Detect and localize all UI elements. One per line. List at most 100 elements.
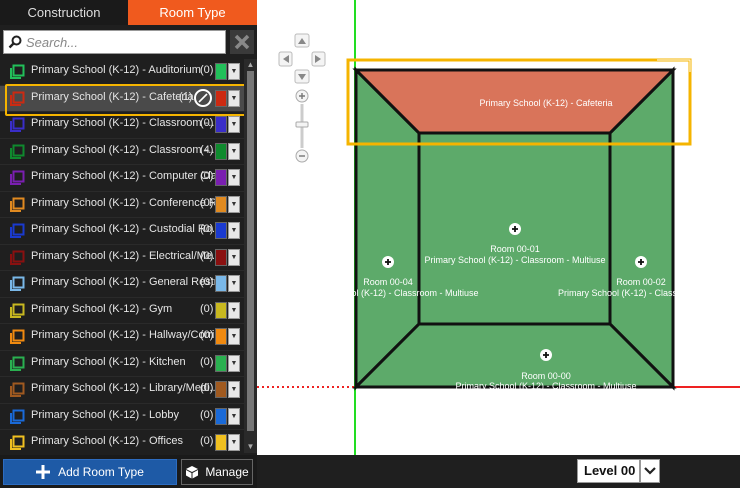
add-room-type-label: Add Room Type <box>58 465 144 479</box>
room-00-04-marker[interactable] <box>382 256 394 268</box>
list-scrollbar[interactable]: ▲ ▼ <box>244 59 257 453</box>
color-swatch[interactable] <box>215 275 227 292</box>
color-swatch[interactable] <box>215 222 227 239</box>
plus-icon <box>36 465 51 479</box>
room-count: (0) <box>200 382 214 394</box>
room-00-00-name: Room 00-00 <box>521 371 571 381</box>
zoom-slider-thumb[interactable] <box>295 121 309 128</box>
room-count: (0) <box>200 223 214 235</box>
color-swatch[interactable] <box>215 116 227 133</box>
room-type-icon <box>10 144 25 159</box>
search-box <box>3 30 226 54</box>
room-type-label: Primary School (K-12) - Custodial Ro... <box>31 223 222 235</box>
list-item[interactable]: Primary School (K-12) - Library/Medi... … <box>0 377 244 404</box>
color-swatch[interactable] <box>215 328 227 345</box>
room-type-label: Primary School (K-12) - Computer Cla... <box>31 170 226 182</box>
zoom-in-button[interactable] <box>295 89 309 103</box>
color-swatch[interactable] <box>215 195 227 213</box>
room-type-label: Primary School (K-12) - Library/Medi... <box>31 382 219 394</box>
list-item[interactable]: Primary School (K-12) - Electrical/Me...… <box>0 244 244 271</box>
room-00-01-marker[interactable] <box>509 223 521 235</box>
room-00-00-marker[interactable] <box>540 349 552 361</box>
room-type-icon <box>10 250 25 265</box>
room-count: (0) <box>200 170 214 182</box>
room-type-icon <box>10 197 25 212</box>
color-swatch[interactable] <box>215 381 227 398</box>
room-type-icon <box>10 382 25 397</box>
room-type-label: Primary School (K-12) - Auditorium <box>31 64 201 76</box>
list-item[interactable]: Primary School (K-12) - General Restr...… <box>0 271 244 298</box>
chevron-down-icon <box>644 467 656 475</box>
color-dropdown-button[interactable]: ▼ <box>228 116 240 133</box>
cube-icon <box>186 466 199 479</box>
color-dropdown-button[interactable]: ▼ <box>228 195 240 213</box>
list-item[interactable]: Primary School (K-12) - Hallway/Corri...… <box>0 324 244 351</box>
pan-down-button[interactable] <box>294 69 310 84</box>
tab-room-type[interactable]: Room Type <box>128 0 257 25</box>
list-item[interactable]: Primary School (K-12) - Classroom -... (… <box>0 138 244 165</box>
room-type-icon <box>10 276 25 291</box>
color-dropdown-button[interactable]: ▼ <box>228 301 240 319</box>
list-item[interactable]: Primary School (K-12) - Lobby (0) ▼ <box>0 403 244 430</box>
color-swatch[interactable] <box>215 301 227 319</box>
list-item[interactable]: Primary School (K-12) - Offices (0) ▼ <box>0 430 244 453</box>
color-swatch[interactable] <box>215 63 227 80</box>
color-swatch[interactable] <box>215 434 227 451</box>
room-type-icon <box>10 303 25 318</box>
color-dropdown-button[interactable]: ▼ <box>228 328 240 345</box>
list-item[interactable]: Primary School (K-12) - Gym (0) ▼ <box>0 297 244 324</box>
color-dropdown-button[interactable]: ▼ <box>228 434 240 451</box>
color-swatch[interactable] <box>215 407 227 425</box>
color-swatch[interactable] <box>215 248 227 266</box>
manage-button[interactable]: Manage <box>181 459 253 485</box>
level-dropdown-button[interactable] <box>640 459 660 483</box>
room-00-02-marker[interactable] <box>635 256 647 268</box>
color-swatch[interactable] <box>215 169 227 186</box>
room-00-02-name: Room 00-02 <box>616 277 666 287</box>
list-item[interactable]: Primary School (K-12) - Auditorium (0) ▼ <box>0 59 244 86</box>
clear-search-button[interactable] <box>230 30 254 54</box>
room-type-icon <box>10 356 25 371</box>
room-type-icon <box>10 223 25 238</box>
color-swatch[interactable] <box>215 354 227 372</box>
cafeteria-label: Primary School (K-12) - Cafeteria <box>479 98 612 108</box>
color-dropdown-button[interactable]: ▼ <box>228 169 240 186</box>
color-dropdown-button[interactable]: ▼ <box>228 248 240 266</box>
room-type-label: Primary School (K-12) - Conference R... <box>31 196 227 209</box>
pan-left-button[interactable] <box>278 51 293 67</box>
floor-plan-canvas[interactable]: Primary School (K-12) - Cafeteria Room 0… <box>257 0 740 455</box>
pan-up-button[interactable] <box>294 33 310 48</box>
zoom-out-button[interactable] <box>295 149 309 163</box>
color-swatch[interactable] <box>215 142 227 160</box>
room-count: (0) <box>200 355 214 368</box>
room-00-04-type: Primary School (K-12) - Classroom - Mult… <box>297 288 478 298</box>
tab-construction[interactable]: Construction <box>0 0 128 25</box>
room-type-label: Primary School (K-12) - Hallway/Corri... <box>31 329 224 341</box>
room-type-label: Primary School (K-12) - Classroom -... <box>31 143 218 156</box>
color-dropdown-button[interactable]: ▼ <box>228 381 240 398</box>
pan-right-button[interactable] <box>311 51 326 67</box>
room-count: (0) <box>200 196 214 209</box>
list-item[interactable]: Primary School (K-12) - Custodial Ro... … <box>0 218 244 245</box>
color-dropdown-button[interactable]: ▼ <box>228 407 240 425</box>
room-00-00-type: Primary School (K-12) - Classroom - Mult… <box>455 381 636 391</box>
scroll-down-icon[interactable]: ▼ <box>246 442 255 452</box>
scroll-up-icon[interactable]: ▲ <box>246 60 255 70</box>
color-dropdown-button[interactable]: ▼ <box>228 142 240 160</box>
color-dropdown-button[interactable]: ▼ <box>228 354 240 372</box>
room-00-01-type: Primary School (K-12) - Classroom - Mult… <box>424 255 605 265</box>
list-item[interactable]: Primary School (K-12) - Computer Cla... … <box>0 165 244 192</box>
color-dropdown-button[interactable]: ▼ <box>228 63 240 80</box>
tab-bar: Construction Room Type <box>0 0 257 25</box>
add-room-type-button[interactable]: Add Room Type <box>3 459 177 485</box>
color-dropdown-button[interactable]: ▼ <box>228 222 240 239</box>
room-type-icon <box>10 170 25 185</box>
color-dropdown-button[interactable]: ▼ <box>228 275 240 292</box>
search-input[interactable] <box>26 33 221 51</box>
scrollbar-thumb[interactable] <box>247 71 254 431</box>
room-00-04-name: Room 00-04 <box>363 277 413 287</box>
level-select[interactable]: Level 00 <box>577 459 640 483</box>
room-type-label: Primary School (K-12) - Classroom -... <box>31 117 218 129</box>
list-item[interactable]: Primary School (K-12) - Kitchen (0) ▼ <box>0 350 244 377</box>
list-item[interactable]: Primary School (K-12) - Conference R... … <box>0 191 244 218</box>
